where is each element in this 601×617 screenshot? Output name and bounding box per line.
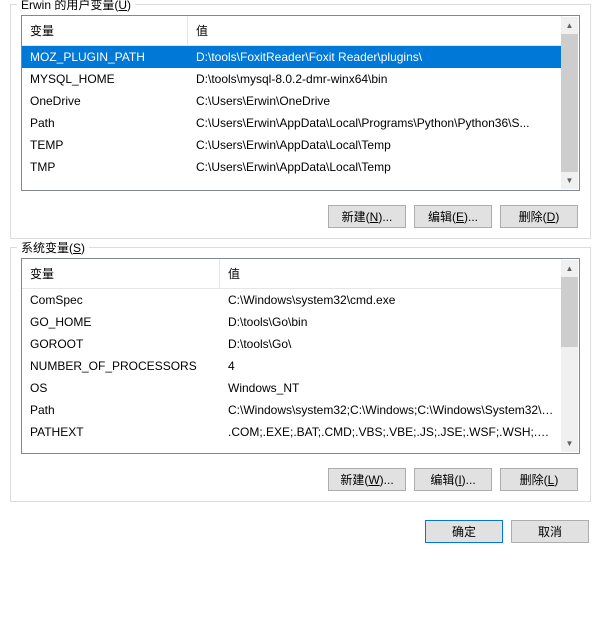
delete-user-var-button[interactable]: 删除(D) xyxy=(500,205,578,228)
scroll-up-icon[interactable]: ▲ xyxy=(561,17,578,34)
variable-name: OneDrive xyxy=(22,92,188,110)
table-row[interactable]: PathC:\Windows\system32;C:\Windows;C:\Wi… xyxy=(22,399,562,421)
variable-value: C:\Users\Erwin\OneDrive xyxy=(188,92,562,110)
variable-name: ComSpec xyxy=(22,291,220,309)
variable-name: Path xyxy=(22,114,188,132)
variable-value: D:\tools\mysql-8.0.2-dmr-winx64\bin xyxy=(188,70,562,88)
user-variables-legend: Erwin 的用户变量(U) xyxy=(17,0,135,13)
variable-value: C:\Users\Erwin\AppData\Local\Temp xyxy=(188,158,562,176)
scroll-thumb[interactable] xyxy=(561,34,578,172)
column-header-variable[interactable]: 变量 xyxy=(22,259,220,288)
variable-name: MYSQL_HOME xyxy=(22,70,188,88)
table-row[interactable]: MYSQL_HOMED:\tools\mysql-8.0.2-dmr-winx6… xyxy=(22,68,562,90)
table-row[interactable]: ComSpecC:\Windows\system32\cmd.exe xyxy=(22,289,562,311)
system-variables-legend: 系统变量(S) xyxy=(17,239,89,256)
user-variables-list[interactable]: 变量 值 MOZ_PLUGIN_PATHD:\tools\FoxitReader… xyxy=(21,15,580,191)
variable-value: C:\Users\Erwin\AppData\Local\Temp xyxy=(188,136,562,154)
variable-value: .COM;.EXE;.BAT;.CMD;.VBS;.VBE;.JS;.JSE;.… xyxy=(220,423,562,441)
new-system-var-button[interactable]: 新建(W)... xyxy=(328,468,406,491)
scroll-thumb[interactable] xyxy=(561,277,578,347)
delete-system-var-button[interactable]: 删除(L) xyxy=(500,468,578,491)
variable-name: MOZ_PLUGIN_PATH xyxy=(22,48,188,66)
user-buttons: 新建(N)... 编辑(E)... 删除(D) xyxy=(21,205,580,228)
table-row[interactable]: PathC:\Users\Erwin\AppData\Local\Program… xyxy=(22,112,562,134)
dialog-buttons: 确定 取消 xyxy=(0,510,601,551)
variable-value: D:\tools\Go\bin xyxy=(220,313,562,331)
edit-system-var-button[interactable]: 编辑(I)... xyxy=(414,468,492,491)
user-list-header: 变量 值 xyxy=(22,16,562,46)
system-variables-list[interactable]: 变量 值 ComSpecC:\Windows\system32\cmd.exeG… xyxy=(21,258,580,454)
variable-name: Path xyxy=(22,401,220,419)
column-header-value[interactable]: 值 xyxy=(188,16,562,45)
table-row[interactable]: NUMBER_OF_PROCESSORS4 xyxy=(22,355,562,377)
column-header-value[interactable]: 值 xyxy=(220,259,562,288)
system-variables-group: 系统变量(S) 变量 值 ComSpecC:\Windows\system32\… xyxy=(10,247,591,502)
variable-name: TMP xyxy=(22,158,188,176)
variable-value: D:\tools\Go\ xyxy=(220,335,562,353)
table-row[interactable]: TMPC:\Users\Erwin\AppData\Local\Temp xyxy=(22,156,562,178)
variable-name: TEMP xyxy=(22,136,188,154)
variable-name: GOROOT xyxy=(22,335,220,353)
table-row[interactable]: GOROOTD:\tools\Go\ xyxy=(22,333,562,355)
table-row[interactable]: OneDriveC:\Users\Erwin\OneDrive xyxy=(22,90,562,112)
table-row[interactable]: PATHEXT.COM;.EXE;.BAT;.CMD;.VBS;.VBE;.JS… xyxy=(22,421,562,443)
scroll-down-icon[interactable]: ▼ xyxy=(561,172,578,189)
table-row[interactable]: GO_HOMED:\tools\Go\bin xyxy=(22,311,562,333)
table-row[interactable]: MOZ_PLUGIN_PATHD:\tools\FoxitReader\Foxi… xyxy=(22,46,562,68)
new-user-var-button[interactable]: 新建(N)... xyxy=(328,205,406,228)
variable-value: C:\Windows\system32;C:\Windows;C:\Window… xyxy=(220,401,562,419)
table-row[interactable]: TEMPC:\Users\Erwin\AppData\Local\Temp xyxy=(22,134,562,156)
column-header-variable[interactable]: 变量 xyxy=(22,16,188,45)
user-variables-group: Erwin 的用户变量(U) 变量 值 MOZ_PLUGIN_PATHD:\to… xyxy=(10,4,591,239)
variable-value: 4 xyxy=(220,357,562,375)
variable-name: PATHEXT xyxy=(22,423,220,441)
variable-value: C:\Windows\system32\cmd.exe xyxy=(220,291,562,309)
variable-value: C:\Users\Erwin\AppData\Local\Programs\Py… xyxy=(188,114,562,132)
cancel-button[interactable]: 取消 xyxy=(511,520,589,543)
variable-value: Windows_NT xyxy=(220,379,562,397)
scroll-down-icon[interactable]: ▼ xyxy=(561,435,578,452)
variable-value: D:\tools\FoxitReader\Foxit Reader\plugin… xyxy=(188,48,562,66)
table-row[interactable]: OSWindows_NT xyxy=(22,377,562,399)
variable-name: GO_HOME xyxy=(22,313,220,331)
variable-name: NUMBER_OF_PROCESSORS xyxy=(22,357,220,375)
scroll-up-icon[interactable]: ▲ xyxy=(561,260,578,277)
variable-name: OS xyxy=(22,379,220,397)
ok-button[interactable]: 确定 xyxy=(425,520,503,543)
scrollbar[interactable]: ▲ ▼ xyxy=(561,260,578,452)
system-buttons: 新建(W)... 编辑(I)... 删除(L) xyxy=(21,468,580,491)
edit-user-var-button[interactable]: 编辑(E)... xyxy=(414,205,492,228)
scrollbar[interactable]: ▲ ▼ xyxy=(561,17,578,189)
system-list-header: 变量 值 xyxy=(22,259,562,289)
